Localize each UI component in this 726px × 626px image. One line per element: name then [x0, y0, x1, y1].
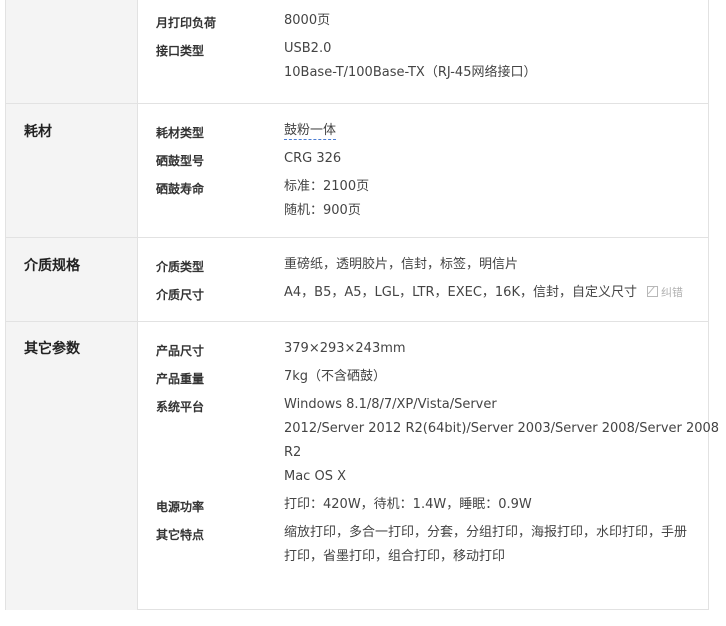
spec-value: 379×293×243mm: [284, 341, 406, 356]
consumable-type-link[interactable]: 鼓粉一体: [284, 123, 337, 140]
category-title: 耗材: [24, 124, 52, 140]
section-print: 月打印负荷 8000页 接口类型 USB2.0 10Base-T/100Base…: [6, 0, 708, 104]
spec-value: 重磅纸，透明胶片，信封，标签，明信片: [284, 257, 519, 272]
category-cell: 其它参数: [6, 322, 138, 610]
spec-key: 硒鼓寿命: [156, 182, 205, 196]
category-title: 其它参数: [24, 341, 80, 357]
spec-key: 耗材类型: [156, 126, 205, 140]
category-title: 介质规格: [24, 258, 80, 274]
spec-table: 月打印负荷 8000页 接口类型 USB2.0 10Base-T/100Base…: [5, 0, 720, 610]
spec-value: USB2.0 10Base-T/100Base-TX（RJ-45网络接口）: [284, 41, 537, 80]
correction-link[interactable]: 纠错: [646, 286, 683, 299]
category-cell: [6, 0, 138, 103]
spec-value: A4，B5，A5，LGL，LTR，EXEC，16K，信封，自定义尺寸 纠错: [284, 285, 683, 300]
spec-key: 月打印负荷: [156, 16, 217, 30]
spec-value: 鼓粉一体: [284, 119, 694, 143]
spec-key: 系统平台: [156, 400, 205, 414]
spec-value: 7kg（不含硒鼓）: [284, 369, 387, 384]
spec-value: 8000页: [284, 13, 331, 28]
spec-key: 硒鼓型号: [156, 154, 205, 168]
spec-value: 缩放打印，多合一打印，分套，分组打印，海报打印，水印打印，手册 打印，省墨打印，…: [284, 525, 688, 564]
spec-value: 打印：420W，待机：1.4W，睡眠：0.9W: [284, 497, 532, 512]
spec-key: 介质类型: [156, 260, 205, 274]
section-consumables: 耗材 耗材类型 鼓粉一体 硒鼓型号 CRG 326 硒鼓寿命 标准：2100页 …: [6, 104, 708, 238]
spec-value: Windows 8.1/8/7/XP/Vista/Server 2012/Ser…: [284, 397, 720, 484]
section-other: 其它参数 产品尺寸 379×293×243mm 产品重量 7kg（不含硒鼓） 系…: [6, 322, 720, 610]
spec-key: 产品尺寸: [156, 344, 205, 358]
spec-value: 标准：2100页 随机：900页: [284, 179, 370, 218]
spec-key: 其它特点: [156, 528, 205, 542]
spec-key: 产品重量: [156, 372, 205, 386]
section-media: 介质规格 介质类型 重磅纸，透明胶片，信封，标签，明信片 介质尺寸 A4，B5，…: [6, 238, 708, 322]
spec-key: 电源功率: [156, 500, 205, 514]
spec-key: 介质尺寸: [156, 288, 205, 302]
category-cell: 耗材: [6, 104, 138, 237]
spec-value: CRG 326: [284, 151, 342, 166]
spec-key: 接口类型: [156, 44, 205, 58]
category-cell: 介质规格: [6, 238, 138, 321]
edit-icon: [646, 286, 658, 297]
